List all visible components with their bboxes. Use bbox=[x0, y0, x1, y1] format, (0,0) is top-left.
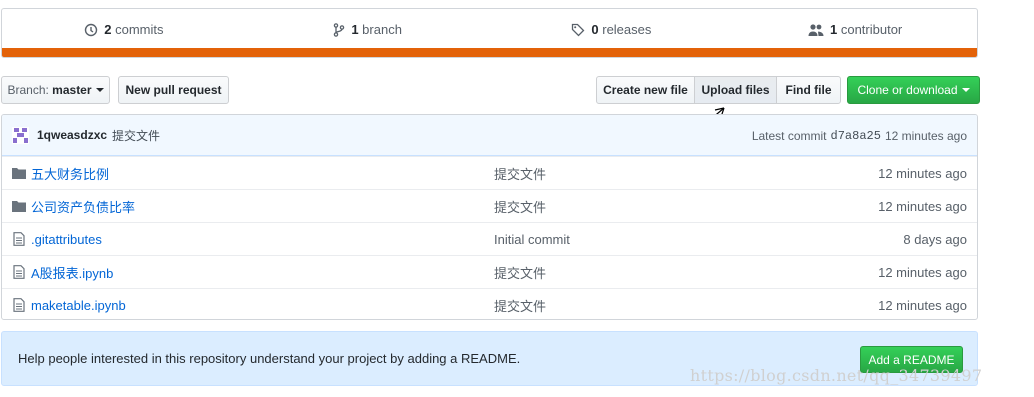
commit-sha[interactable]: d7a8a25 bbox=[831, 129, 881, 143]
commit-message[interactable]: 提交文件 bbox=[112, 127, 160, 144]
file-list: 1qweasdzxc 提交文件 Latest commit d7a8a25 12… bbox=[1, 114, 978, 320]
file-age: 12 minutes ago bbox=[878, 198, 967, 214]
branch-label: branch bbox=[362, 22, 402, 37]
branch-select-button[interactable]: Branch: master bbox=[1, 76, 110, 104]
releases-stat[interactable]: 0 releases bbox=[490, 22, 734, 37]
file-icon bbox=[13, 265, 25, 279]
commit-age: 12 minutes ago bbox=[884, 128, 967, 143]
language-bar bbox=[2, 48, 977, 57]
branches-stat[interactable]: 1 branch bbox=[246, 22, 490, 37]
avatar[interactable] bbox=[12, 126, 29, 144]
commits-count: 2 bbox=[104, 22, 112, 37]
releases-count: 0 bbox=[591, 22, 599, 37]
people-icon bbox=[808, 23, 824, 36]
file-age: 12 minutes ago bbox=[878, 264, 967, 280]
file-name-link[interactable]: 公司资产负债比率 bbox=[31, 197, 135, 216]
watermark: https://blog.csdn.net/qq_34739497 bbox=[690, 366, 983, 385]
readme-banner-text: Help people interested in this repositor… bbox=[18, 351, 521, 366]
file-age: 12 minutes ago bbox=[878, 297, 967, 313]
file-commit-message[interactable]: 提交文件 bbox=[494, 263, 546, 282]
caret-down-icon bbox=[961, 88, 970, 92]
branch-name: master bbox=[52, 83, 92, 97]
commits-stat[interactable]: 2 commits bbox=[2, 22, 246, 37]
history-icon bbox=[85, 23, 98, 36]
branch-prefix: Branch: bbox=[7, 83, 49, 97]
file-icon bbox=[13, 298, 25, 312]
file-name-link[interactable]: A股报表.ipynb bbox=[31, 263, 113, 282]
file-row: 公司资产负债比率 提交文件 12 minutes ago bbox=[2, 189, 977, 222]
create-new-file-button[interactable]: Create new file bbox=[596, 76, 695, 104]
latest-commit-label: Latest commit bbox=[751, 128, 827, 143]
contributors-label: contributor bbox=[840, 22, 903, 37]
file-commit-message[interactable]: 提交文件 bbox=[494, 296, 546, 315]
file-commit-message[interactable]: 提交文件 bbox=[494, 164, 546, 183]
file-name-link[interactable]: 五大财务比例 bbox=[31, 164, 109, 183]
clone-label: Clone or download bbox=[857, 83, 958, 97]
contributors-stat[interactable]: 1 contributor bbox=[733, 22, 977, 37]
tag-icon bbox=[572, 23, 585, 36]
latest-commit-info: Latest commit d7a8a25 12 minutes ago bbox=[752, 115, 967, 156]
branch-icon bbox=[334, 22, 345, 37]
releases-label: releases bbox=[602, 22, 652, 37]
file-commit-message[interactable]: Initial commit bbox=[494, 232, 570, 247]
clone-or-download-button[interactable]: Clone or download bbox=[847, 76, 980, 104]
new-pull-request-button[interactable]: New pull request bbox=[118, 76, 229, 104]
contributors-count: 1 bbox=[829, 22, 838, 37]
branch-count: 1 bbox=[351, 22, 359, 37]
file-icon bbox=[13, 232, 25, 246]
latest-commit-bar: 1qweasdzxc 提交文件 Latest commit d7a8a25 12… bbox=[2, 115, 977, 156]
folder-icon bbox=[12, 201, 26, 212]
file-row: maketable.ipynb 提交文件 12 minutes ago bbox=[2, 288, 977, 319]
file-age: 8 days ago bbox=[903, 231, 967, 247]
commits-label: commits bbox=[115, 22, 164, 37]
file-name-link[interactable]: .gitattributes bbox=[31, 232, 102, 247]
file-row: 五大财务比例 提交文件 12 minutes ago bbox=[2, 156, 977, 189]
file-commit-message[interactable]: 提交文件 bbox=[494, 197, 546, 216]
file-name-link[interactable]: maketable.ipynb bbox=[31, 298, 126, 313]
caret-down-icon bbox=[95, 88, 104, 92]
folder-icon bbox=[12, 168, 26, 179]
find-file-button[interactable]: Find file bbox=[776, 76, 841, 104]
repo-stats-bar: 2 commits 1 branch 0 releases 1 contribu… bbox=[1, 8, 978, 58]
file-age: 12 minutes ago bbox=[878, 165, 967, 181]
file-row: .gitattributes Initial commit 8 days ago bbox=[2, 222, 977, 255]
commit-author[interactable]: 1qweasdzxc bbox=[37, 128, 107, 142]
file-row: A股报表.ipynb 提交文件 12 minutes ago bbox=[2, 255, 977, 288]
